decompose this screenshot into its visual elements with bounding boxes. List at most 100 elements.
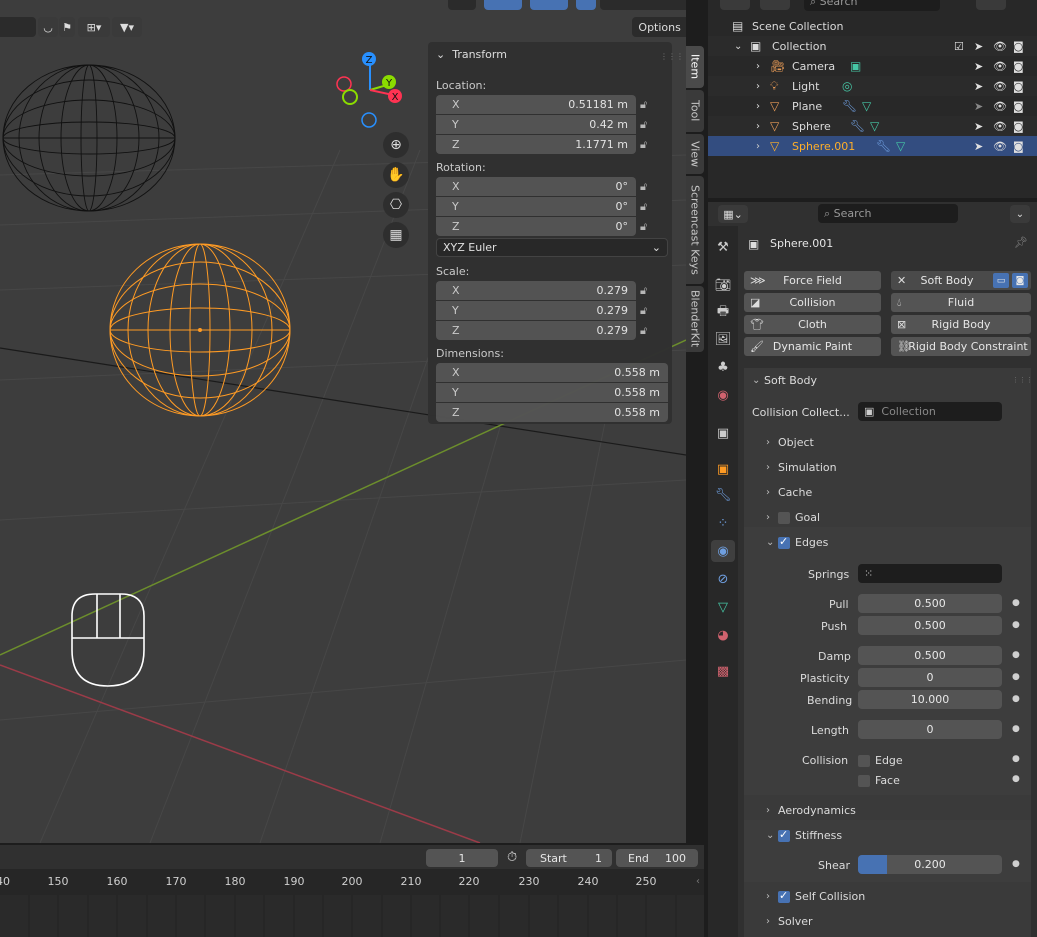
camera-render-icon[interactable]: ◙ — [1013, 140, 1024, 153]
stopwatch-icon[interactable]: ⏱ — [507, 850, 517, 865]
pan-hand-icon[interactable]: ✋ — [383, 162, 409, 188]
aerodynamics-subpanel[interactable]: › Aerodynamics — [766, 804, 856, 817]
filter-icon[interactable] — [976, 0, 1006, 10]
dimensions-y-field[interactable]: Y 0.558 m — [436, 383, 668, 402]
tab-screencast-keys[interactable]: Screencast Keys — [686, 176, 704, 284]
lock-icon[interactable]: 🔓︎ — [640, 118, 654, 132]
collision-button[interactable]: ◪ Collision — [744, 293, 881, 312]
chevron-down-icon[interactable]: ⌄ — [734, 41, 742, 52]
timeline-ruler[interactable]: 40 150 160 170 180 190 200 210 220 230 2… — [0, 869, 704, 895]
camera-data-icon[interactable]: ▣ — [850, 59, 861, 73]
tab-view[interactable]: View — [686, 134, 704, 174]
tab-item[interactable]: Item — [686, 46, 704, 88]
rotation-z-field[interactable]: Z 0° — [436, 217, 636, 236]
overlay-curve-icon[interactable]: ◡ — [38, 17, 58, 37]
scale-z-field[interactable]: Z 0.279 — [436, 321, 636, 340]
close-icon[interactable]: ✕ — [897, 274, 906, 287]
proportional-edit-icon[interactable] — [530, 0, 568, 10]
texture-tab-icon[interactable]: ▩ — [711, 660, 735, 682]
particles-tab-icon[interactable]: ⁘ — [711, 512, 735, 534]
properties-search-input[interactable]: ⌕ Search — [818, 204, 958, 223]
lock-icon[interactable]: 🔓︎ — [640, 324, 654, 338]
eye-icon[interactable]: 👁︎ — [993, 120, 1007, 133]
scale-x-field[interactable]: X 0.279 — [436, 281, 636, 300]
outliner-row-sphere[interactable]: › ▽ Sphere 🔧︎ ▽ ➤ 👁︎ ◙ — [708, 116, 1037, 136]
editor-type-icon[interactable]: ▦⌄ — [718, 205, 748, 223]
camera-view-icon[interactable]: ⎔ — [383, 192, 409, 218]
lock-icon[interactable]: 🔓︎ — [640, 220, 654, 234]
dimensions-x-field[interactable]: X 0.558 m — [436, 363, 668, 382]
rigid-body-button[interactable]: ⊠ Rigid Body — [891, 315, 1031, 334]
current-frame-field[interactable]: 1 — [426, 849, 498, 867]
data-tab-icon[interactable]: ▽ — [711, 596, 735, 618]
keyframe-dot-icon[interactable]: ● — [1012, 724, 1020, 734]
camera-render-icon[interactable]: ◙ — [1012, 273, 1028, 288]
outliner-row-scene-collection[interactable]: ▤ Scene Collection — [708, 16, 1037, 36]
world-tab-icon[interactable]: ◉ — [711, 384, 735, 406]
camera-render-icon[interactable]: ◙ — [1013, 60, 1024, 73]
select-arrow-icon[interactable]: ➤ — [974, 40, 983, 53]
filter-icon[interactable]: ▼▾ — [112, 17, 142, 37]
timeline-track-area[interactable] — [0, 895, 704, 937]
light-data-icon[interactable]: ◎ — [842, 79, 852, 93]
outliner-row-camera[interactable]: › 🎥︎ Camera ▣ ➤ 👁︎ ◙ — [708, 56, 1037, 76]
face-checkbox[interactable] — [858, 774, 870, 787]
shading-mode-icons[interactable] — [600, 0, 686, 10]
end-frame-field[interactable]: End 100 — [616, 849, 698, 867]
edges-header[interactable]: ⌄ Edges — [766, 535, 828, 550]
solver-subpanel[interactable]: › Solver — [766, 915, 813, 928]
viewport-mode-field[interactable] — [0, 17, 36, 37]
keyframe-dot-icon[interactable]: ● — [1012, 694, 1020, 704]
mesh-data-icon[interactable]: ▽ — [870, 119, 879, 133]
simulation-subpanel[interactable]: › Simulation — [766, 461, 837, 474]
material-tab-icon[interactable]: ◕ — [711, 624, 735, 646]
eye-icon[interactable]: 👁︎ — [993, 80, 1007, 93]
goal-checkbox[interactable] — [778, 511, 790, 524]
dynamic-paint-button[interactable]: 🖌︎ Dynamic Paint — [744, 337, 881, 356]
hierarchy-filter-icon[interactable]: ⊞▾ — [78, 17, 110, 37]
outliner-row-sphere-001[interactable]: › ▽ Sphere.001 🔧︎ ▽ ➤ 👁︎ ◙ — [708, 136, 1037, 156]
wrench-icon[interactable]: 🔧︎ — [850, 119, 865, 133]
lock-icon[interactable]: 🔓︎ — [640, 98, 654, 112]
location-x-field[interactable]: X 0.51181 m — [436, 95, 636, 114]
edge-collision-toggle[interactable]: Edge — [858, 754, 903, 767]
shear-slider[interactable]: 0.200 — [858, 855, 1002, 874]
rigid-body-constraint-button[interactable]: ⛓︎ Rigid Body Constraint — [891, 337, 1031, 356]
rotation-y-field[interactable]: Y 0° — [436, 197, 636, 216]
keyframe-dot-icon[interactable]: ● — [1012, 650, 1020, 660]
camera-render-icon[interactable]: ◙ — [1013, 80, 1024, 93]
keyframe-dot-icon[interactable]: ● — [1012, 774, 1020, 784]
wrench-icon[interactable]: 🔧︎ — [842, 99, 857, 113]
mesh-data-icon[interactable]: ▽ — [896, 139, 905, 153]
stiffness-header[interactable]: ⌄ Stiffness — [766, 828, 842, 843]
view-options-icon[interactable] — [760, 0, 790, 10]
wrench-icon[interactable]: 🔧︎ — [876, 139, 891, 153]
face-collision-toggle[interactable]: Face — [858, 774, 900, 787]
location-z-field[interactable]: Z 1.1771 m — [436, 135, 636, 154]
camera-render-icon[interactable]: ◙ — [1013, 40, 1024, 53]
tab-blenderkit[interactable]: BlenderKit — [686, 286, 704, 352]
keyframe-dot-icon[interactable]: ● — [1012, 598, 1020, 608]
self-collision-checkbox[interactable] — [778, 889, 790, 903]
fluid-button[interactable]: 💧︎ Fluid — [891, 293, 1031, 312]
outliner-row-light[interactable]: › 💡︎ Light ◎ ➤ 👁︎ ◙ — [708, 76, 1037, 96]
display-mode-icon[interactable] — [720, 0, 750, 10]
mesh-data-icon[interactable]: ▽ — [862, 99, 871, 113]
eye-icon[interactable]: 👁︎ — [993, 100, 1007, 113]
cloth-button[interactable]: 👕︎ Cloth — [744, 315, 881, 334]
perspective-grid-icon[interactable]: ▦ — [383, 222, 409, 248]
stiffness-checkbox[interactable] — [778, 828, 790, 842]
constraints-tab-icon[interactable]: ⊘ — [711, 568, 735, 590]
outliner-row-collection[interactable]: ⌄ ▣ Collection ☑ ➤ 👁︎ ◙ — [708, 36, 1037, 56]
tool-tab-icon[interactable]: ⚒ — [711, 236, 735, 258]
length-field[interactable]: 0 — [858, 720, 1002, 739]
edge-checkbox[interactable] — [858, 754, 870, 767]
goal-subpanel[interactable]: › Goal — [766, 511, 820, 524]
eye-icon[interactable]: 👁︎ — [993, 60, 1007, 73]
chevron-right-icon[interactable]: › — [756, 121, 760, 132]
keyframe-dot-icon[interactable]: ● — [1012, 859, 1020, 869]
chevron-right-icon[interactable]: › — [756, 141, 760, 152]
rotation-x-field[interactable]: X 0° — [436, 177, 636, 196]
chevron-right-icon[interactable]: › — [756, 101, 760, 112]
select-mode-icon[interactable] — [448, 0, 476, 10]
